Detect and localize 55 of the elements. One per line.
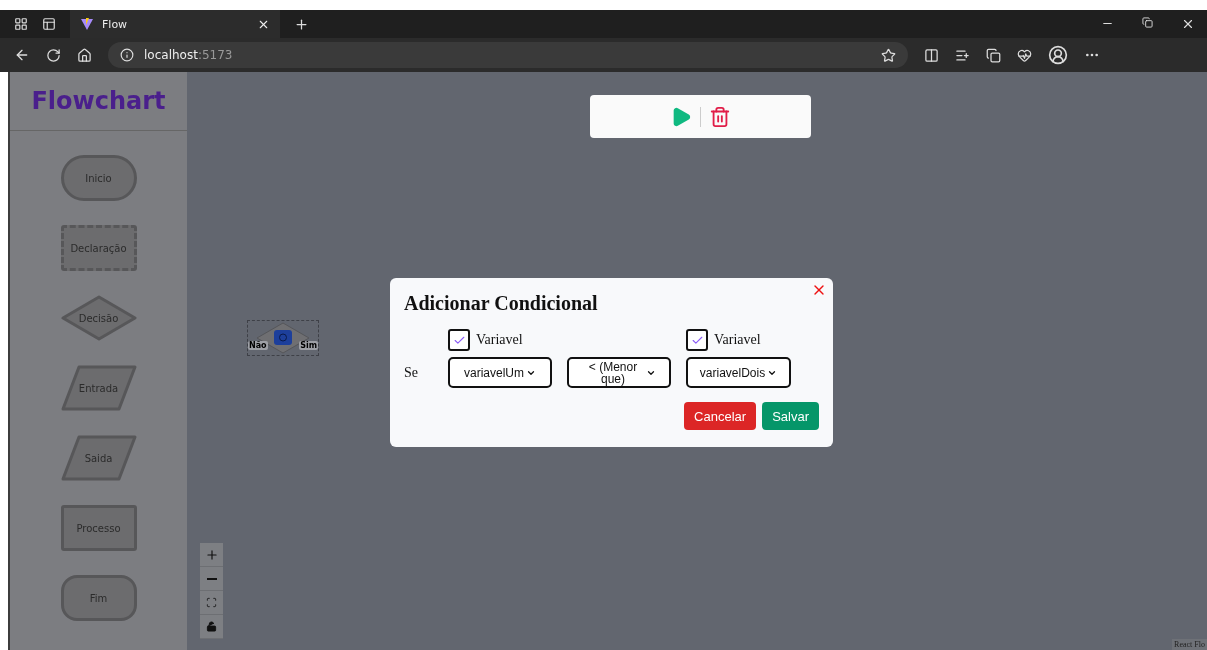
fit-view-icon [206,597,217,608]
process-shape[interactable]: Processo [60,505,137,551]
node-label: Não [248,341,268,350]
favorite-star-icon[interactable] [881,47,896,63]
shape-label: Entrada [78,382,119,394]
variable-select[interactable]: variavelDois [686,357,791,388]
workspaces-icon[interactable] [14,17,28,31]
refresh-icon[interactable] [46,47,61,63]
tab-actions-icon[interactable] [42,17,56,31]
plus-icon [204,547,219,562]
vite-logo-icon [80,17,94,31]
app-title: Flowchart [31,87,166,115]
shape-label: Saida [84,452,113,464]
parallelogram-shape[interactable]: Entrada [60,365,137,411]
tab-title: Flow [102,17,129,31]
declaration-shape[interactable]: Declaração [60,225,137,271]
shape-label: Declaração [70,242,127,254]
profile-avatar-icon[interactable] [1048,45,1068,65]
terminal-shape[interactable]: Inicio [60,155,137,201]
shape-label: Decisão [78,312,119,324]
shape-label: Inicio [85,172,112,184]
collections-icon[interactable] [986,47,1001,63]
attribution-link[interactable]: React Flo [1172,639,1207,650]
checkbox[interactable] [448,329,470,351]
shape-label: Processo [76,522,121,534]
restore-icon[interactable] [1142,17,1153,28]
back-icon[interactable] [14,47,30,63]
new-tab-icon[interactable] [294,16,309,32]
terminal-shape[interactable]: Fim [60,575,137,621]
operator-select[interactable]: < (Menor que) [567,357,671,388]
favorites-icon[interactable] [955,47,970,63]
decision-shape[interactable]: Decisão [60,295,137,341]
node-label: Sim [299,341,318,350]
heart-pulse-icon[interactable] [1017,47,1032,63]
dialog-title: Adicionar Condicional [404,292,599,315]
trash-icon[interactable] [709,105,731,128]
address-field[interactable]: localhost:5173 [108,42,908,68]
lock-icon [206,621,217,632]
close-window-icon[interactable] [1181,17,1195,31]
save-button[interactable]: Salvar [762,402,819,430]
shape-label: Fim [89,592,108,604]
checkbox-label: Variavel [714,332,761,348]
url-text: localhost:5173 [144,48,233,62]
cancel-button[interactable]: Cancelar [684,402,757,430]
checkbox[interactable] [686,329,708,351]
browser-tab[interactable]: Flow [70,10,280,38]
variable-select[interactable]: variavelUm [448,357,552,388]
parallelogram-shape[interactable]: Saida [60,435,137,481]
decision-node[interactable]: Não Sim [247,320,319,356]
condition-label: Se [404,364,419,381]
split-screen-icon[interactable] [924,47,939,63]
info-icon [120,48,134,62]
checkbox-label: Variavel [476,332,523,348]
minus-icon [206,577,217,580]
home-icon[interactable] [77,47,92,63]
